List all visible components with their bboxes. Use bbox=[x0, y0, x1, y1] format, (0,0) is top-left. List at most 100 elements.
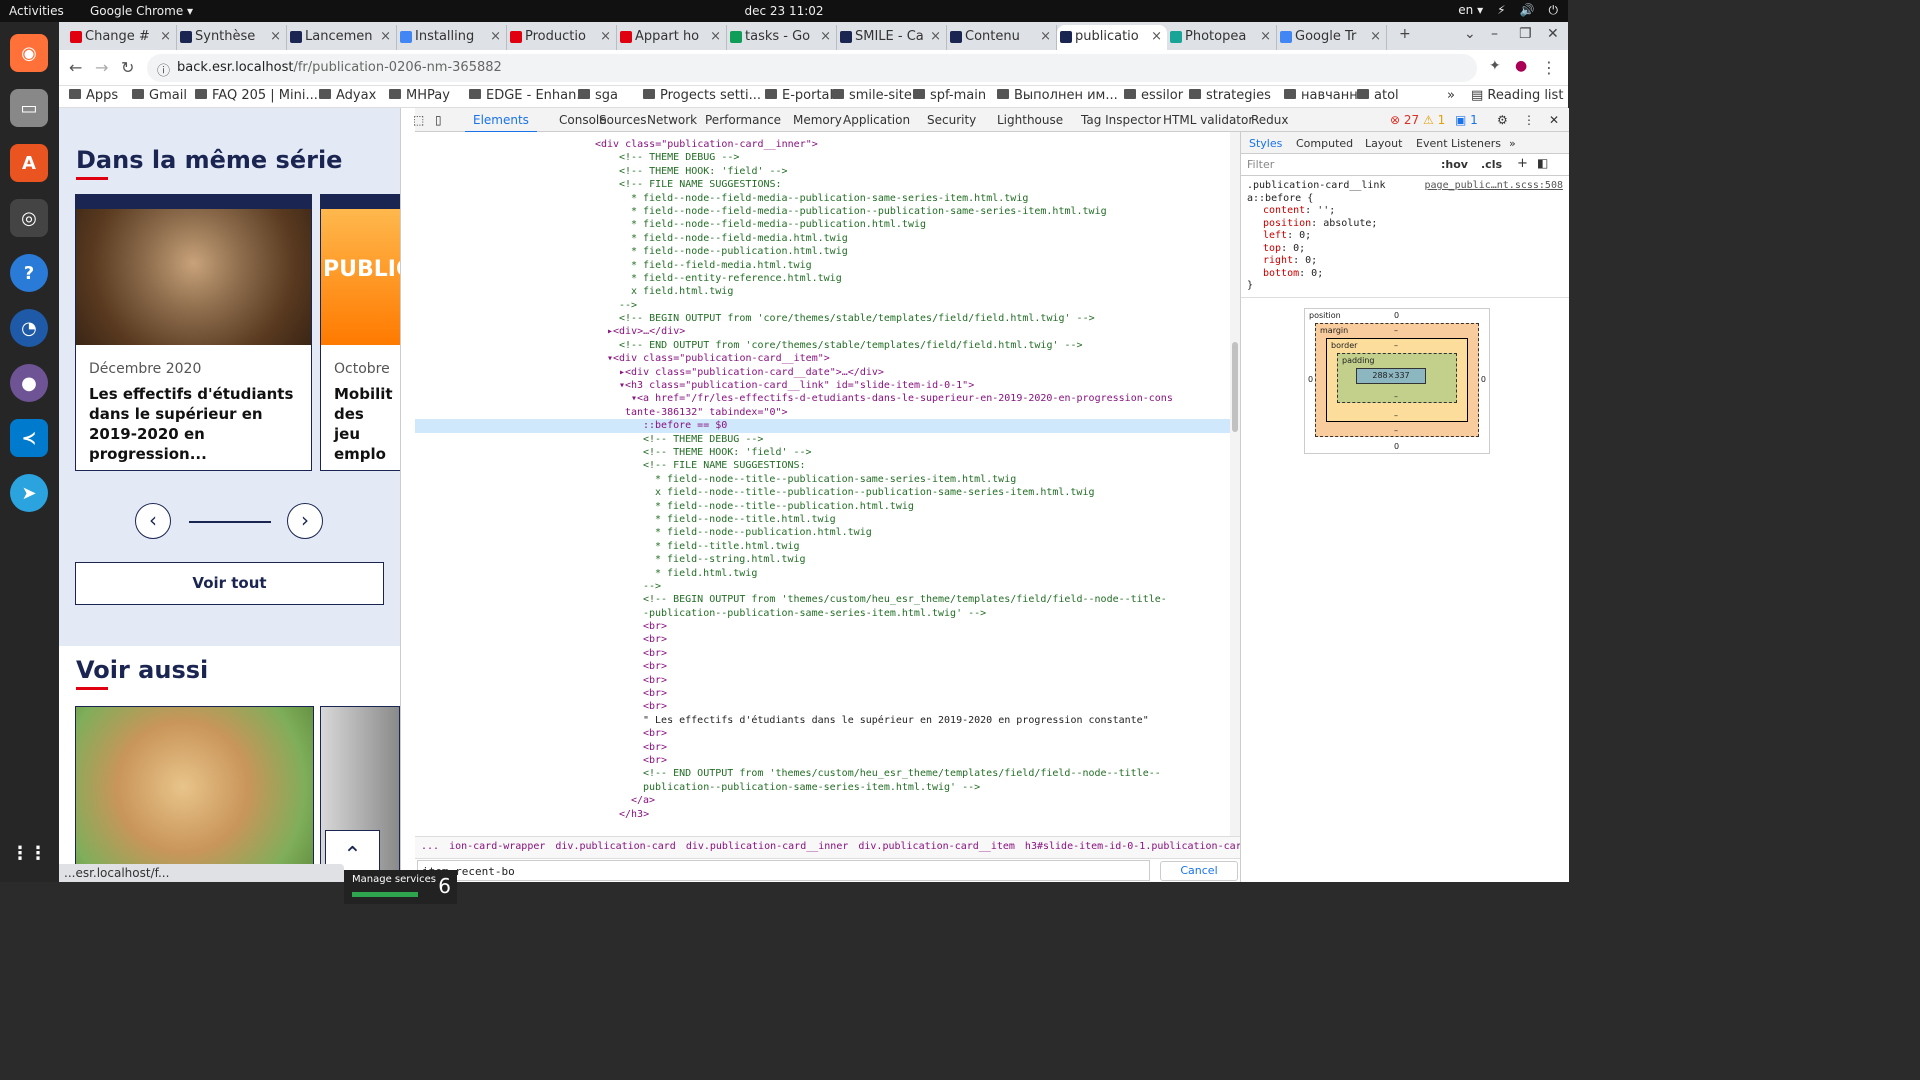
css-rule[interactable]: .publication-card__link a::before {page_… bbox=[1241, 176, 1569, 298]
url-input[interactable]: ⓘ back.esr.localhost/fr/publication-0206… bbox=[147, 54, 1477, 82]
tab-close-icon[interactable]: × bbox=[490, 29, 501, 44]
new-tab-icon[interactable]: + bbox=[1399, 26, 1411, 42]
breadcrumb-item[interactable]: div.publication-card__item bbox=[858, 841, 1015, 852]
code-line[interactable]: <div class="publication-card__inner"> bbox=[415, 138, 1230, 151]
code-line[interactable]: * field--string.html.twig bbox=[415, 553, 1230, 566]
elements-scrollbar-thumb[interactable] bbox=[1232, 342, 1238, 432]
devtools-tab-html-validator[interactable]: HTML validator bbox=[1163, 113, 1253, 127]
code-line[interactable]: <!-- THEME HOOK: 'field' --> bbox=[415, 446, 1230, 459]
inspect-icon[interactable]: ⬚ bbox=[413, 113, 424, 127]
code-line[interactable]: <br> bbox=[415, 687, 1230, 700]
tab-1[interactable]: Synthèse × bbox=[177, 25, 287, 50]
code-line[interactable]: ▸<div class="publication-card__date">…</… bbox=[415, 366, 1230, 379]
tab-4[interactable]: Productio × bbox=[507, 25, 617, 50]
more-bookmarks-icon[interactable]: » bbox=[1447, 88, 1455, 103]
profile-avatar[interactable]: ● bbox=[1515, 58, 1527, 74]
tab-close-icon[interactable]: × bbox=[270, 29, 281, 44]
tab-2[interactable]: Lancemen × bbox=[287, 25, 397, 50]
css-property[interactable]: bottom: 0; bbox=[1247, 268, 1563, 281]
css-property[interactable]: content: ''; bbox=[1247, 205, 1563, 218]
code-line[interactable]: * field--field-media.html.twig bbox=[415, 259, 1230, 272]
more-tabs-icon[interactable]: » bbox=[1509, 137, 1516, 150]
code-line[interactable]: <!-- THEME HOOK: 'field' --> bbox=[415, 165, 1230, 178]
settings-icon[interactable]: ⚙ bbox=[1497, 113, 1508, 127]
computed-sidebar-icon[interactable]: ◧ bbox=[1537, 156, 1548, 170]
bookmark-11[interactable]: Выполнен им... bbox=[997, 88, 1118, 103]
publication-card-2[interactable]: PUBLIC Octobre Mobilit des jeu emplo bbox=[320, 194, 400, 471]
styles-tab-layout[interactable]: Layout bbox=[1365, 137, 1402, 150]
breadcrumb-item[interactable]: ion-card-wrapper bbox=[449, 841, 545, 852]
code-line[interactable]: * field--node--publication.html.twig bbox=[415, 526, 1230, 539]
manage-services-widget[interactable]: Manage services 6 bbox=[344, 870, 457, 904]
css-property[interactable]: right: 0; bbox=[1247, 255, 1563, 268]
bookmark-8[interactable]: E-portal bbox=[765, 88, 833, 103]
css-property[interactable]: top: 0; bbox=[1247, 243, 1563, 256]
bookmark-14[interactable]: навчання bbox=[1284, 88, 1366, 103]
tab-6[interactable]: tasks - Go × bbox=[727, 25, 837, 50]
breadcrumb-item[interactable]: ... bbox=[421, 841, 439, 852]
back-icon[interactable]: ← bbox=[69, 58, 82, 77]
software-icon[interactable]: A bbox=[10, 144, 48, 182]
devtools-tab-tag-inspector[interactable]: Tag Inspector bbox=[1081, 113, 1161, 127]
bookmark-1[interactable]: Gmail bbox=[132, 88, 187, 103]
devtools-tab-security[interactable]: Security bbox=[927, 113, 976, 127]
code-line[interactable]: " Les effectifs d'étudiants dans le supé… bbox=[415, 714, 1230, 727]
elements-scrollbar[interactable] bbox=[1230, 132, 1240, 836]
telegram-icon[interactable]: ➤ bbox=[10, 474, 48, 512]
tab-close-icon[interactable]: × bbox=[930, 29, 941, 44]
code-line[interactable]: ▾<div class="publication-card__item"> bbox=[415, 352, 1230, 365]
cancel-button[interactable]: Cancel bbox=[1160, 861, 1238, 881]
code-line[interactable]: * field--node--title--publication.html.t… bbox=[415, 500, 1230, 513]
bookmark-2[interactable]: FAQ 205 | Mini... bbox=[195, 88, 318, 103]
devtools-tab-application[interactable]: Application bbox=[843, 113, 910, 127]
menu-icon[interactable]: ⋮ bbox=[1541, 58, 1557, 77]
vscode-icon[interactable]: ≺ bbox=[10, 419, 48, 457]
power-icon[interactable]: ⏻ bbox=[1549, 3, 1559, 18]
breadcrumb-item[interactable]: h3#slide-item-id-0-1.publication-card__l… bbox=[1025, 841, 1241, 852]
code-line[interactable]: tante-386132" tabindex="0"> bbox=[415, 406, 1230, 419]
clock-app-icon[interactable]: ◔ bbox=[10, 309, 48, 347]
code-line[interactable]: * field--node--field-media.html.twig bbox=[415, 232, 1230, 245]
forward-icon[interactable]: → bbox=[95, 58, 108, 77]
tab-8[interactable]: Contenu × bbox=[947, 25, 1057, 50]
tab-0[interactable]: Change # × bbox=[67, 25, 177, 50]
tab-7[interactable]: SMILE - Ca × bbox=[837, 25, 947, 50]
clock[interactable]: dec 23 11:02 bbox=[0, 4, 1568, 18]
code-line[interactable]: <!-- BEGIN OUTPUT from 'core/themes/stab… bbox=[415, 312, 1230, 325]
tab-close-icon[interactable]: × bbox=[1151, 29, 1162, 44]
code-line[interactable]: * field--node--field-media--publication-… bbox=[415, 192, 1230, 205]
bookmark-4[interactable]: MHPay bbox=[389, 88, 450, 103]
close-devtools-icon[interactable]: ✕ bbox=[1549, 113, 1559, 127]
elements-tree[interactable]: <div class="publication-card__inner"> <!-… bbox=[415, 132, 1230, 836]
next-arrow-button[interactable]: › bbox=[287, 503, 323, 539]
see-all-button[interactable]: Voir tout bbox=[75, 562, 384, 605]
devtools-tab-sources[interactable]: Sources bbox=[599, 113, 646, 127]
code-line[interactable]: * field--node--field-media--publication.… bbox=[415, 218, 1230, 231]
code-line[interactable]: <br> bbox=[415, 754, 1230, 767]
help-icon[interactable]: ? bbox=[10, 254, 48, 292]
code-line[interactable]: ::before == $0 bbox=[415, 419, 1230, 433]
tab-close-icon[interactable]: × bbox=[820, 29, 831, 44]
code-line[interactable]: --> bbox=[415, 580, 1230, 593]
code-line[interactable]: * field--node--title--publication-same-s… bbox=[415, 473, 1230, 486]
dom-search-input[interactable]: item-recent-bo bbox=[417, 860, 1150, 881]
breadcrumb-item[interactable]: div.publication-card bbox=[555, 841, 675, 852]
code-line[interactable]: * field--node--publication.html.twig bbox=[415, 245, 1230, 258]
code-line[interactable]: <!-- END OUTPUT from 'themes/custom/heu_… bbox=[415, 767, 1230, 780]
hov-toggle[interactable]: :hov bbox=[1441, 158, 1468, 171]
code-line[interactable]: <br> bbox=[415, 700, 1230, 713]
tab-close-icon[interactable]: × bbox=[1260, 29, 1271, 44]
bookmark-3[interactable]: Adyax bbox=[319, 88, 376, 103]
styles-tab-event-listeners[interactable]: Event Listeners bbox=[1416, 137, 1501, 150]
tab-search-icon[interactable]: ⌄ bbox=[1464, 26, 1476, 42]
tab-close-icon[interactable]: × bbox=[1370, 29, 1381, 44]
code-line[interactable]: * field--title.html.twig bbox=[415, 540, 1230, 553]
code-line[interactable]: <br> bbox=[415, 741, 1230, 754]
bookmark-7[interactable]: Progects setti... bbox=[643, 88, 761, 103]
tab-11[interactable]: Google Tr × bbox=[1277, 25, 1387, 50]
bookmark-15[interactable]: atol bbox=[1357, 88, 1399, 103]
close-window-icon[interactable]: ✕ bbox=[1547, 26, 1559, 42]
bookmark-10[interactable]: spf-main bbox=[913, 88, 986, 103]
network-icon[interactable]: ⚡ bbox=[1497, 3, 1505, 18]
bookmark-9[interactable]: smile-site bbox=[832, 88, 912, 103]
